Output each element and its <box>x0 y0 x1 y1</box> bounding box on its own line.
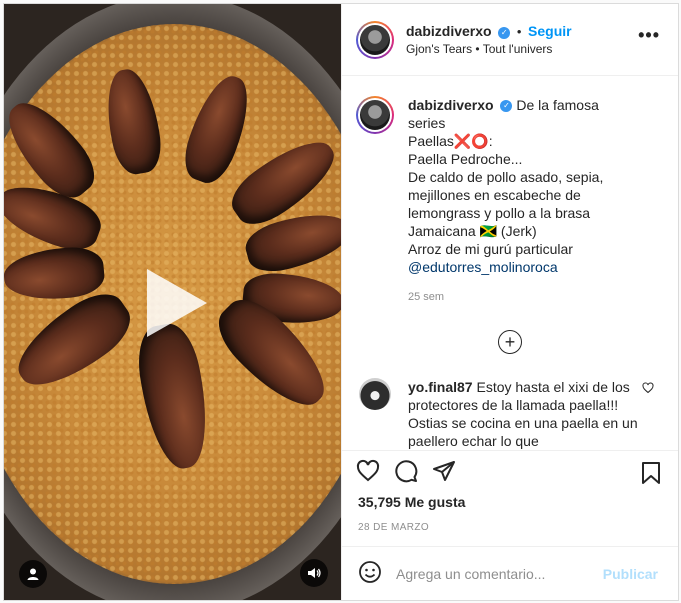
action-bar <box>342 450 678 494</box>
emoji-icon[interactable] <box>358 560 382 587</box>
comment-icon[interactable] <box>394 459 418 486</box>
comment-text: yo.final87 Estoy hasta el xixi de los pr… <box>408 378 638 450</box>
caption: dabizdiverxo ✓ De la famosa series Paell… <box>356 96 664 306</box>
avatar-image <box>360 100 390 130</box>
play-icon[interactable] <box>147 269 207 337</box>
more-options-icon[interactable]: ••• <box>638 26 660 44</box>
follow-button[interactable]: Seguir <box>528 23 572 39</box>
user-icon[interactable] <box>19 560 47 588</box>
heart-icon[interactable] <box>356 459 380 486</box>
post-header: dabizdiverxo ✓ • Seguir Gjon's Tears • T… <box>342 4 678 76</box>
audio-track[interactable]: Gjon's Tears • Tout l'univers <box>406 41 572 57</box>
comment-input[interactable] <box>396 565 596 582</box>
caption-line: Jamaicana 🇯🇲 (Jerk) <box>408 223 537 239</box>
comment-item: yo.final87 Estoy hasta el xixi de los pr… <box>356 378 664 450</box>
caption-avatar[interactable] <box>356 96 394 134</box>
commenter-avatar[interactable] <box>359 378 391 410</box>
caption-username[interactable]: dabizdiverxo <box>408 97 494 113</box>
caption-text: dabizdiverxo ✓ De la famosa series Paell… <box>408 96 638 306</box>
caption-line: Arroz de mi gurú particular <box>408 241 573 257</box>
author-info: dabizdiverxo ✓ • Seguir Gjon's Tears • T… <box>406 22 572 57</box>
likes-count[interactable]: 35,795 Me gusta <box>342 494 678 516</box>
post-video[interactable] <box>4 4 341 600</box>
post-sidebar: dabizdiverxo ✓ • Seguir Gjon's Tears • T… <box>341 4 678 600</box>
paper-plane-icon[interactable] <box>432 459 456 486</box>
post-date[interactable]: 28 DE MARZO <box>342 516 678 546</box>
mention-link[interactable]: @edutorres_molinoroca <box>408 259 558 275</box>
caption-line: Paella Pedroche... <box>408 151 523 167</box>
verified-badge-icon: ✓ <box>500 100 513 113</box>
add-comment-bar: Publicar <box>342 546 678 600</box>
caption-line: lemongrass y pollo a la brasa <box>408 205 591 221</box>
caption-line: mejillones en escabeche de <box>408 187 581 203</box>
load-more-comments[interactable]: + <box>356 330 664 354</box>
verified-badge-icon: ✓ <box>498 26 511 39</box>
author-username[interactable]: dabizdiverxo <box>406 23 492 39</box>
avatar-image <box>360 24 390 55</box>
publish-button[interactable]: Publicar <box>603 566 658 582</box>
bookmark-icon[interactable] <box>640 461 662 488</box>
caption-timestamp[interactable]: 25 sem <box>408 288 638 306</box>
comments-section[interactable]: dabizdiverxo ✓ De la famosa series Paell… <box>342 76 678 450</box>
speaker-icon[interactable] <box>300 559 328 587</box>
caption-line: Paellas❌⭕: <box>408 133 493 149</box>
instagram-post: dabizdiverxo ✓ • Seguir Gjon's Tears • T… <box>3 3 679 601</box>
separator-dot: • <box>516 23 522 39</box>
comment-like-heart-icon[interactable] <box>642 382 654 397</box>
plus-circle-icon[interactable]: + <box>498 330 522 354</box>
caption-line: De caldo de pollo asado, sepia, <box>408 169 604 185</box>
commenter-username[interactable]: yo.final87 <box>408 379 473 395</box>
author-avatar[interactable] <box>356 20 394 59</box>
